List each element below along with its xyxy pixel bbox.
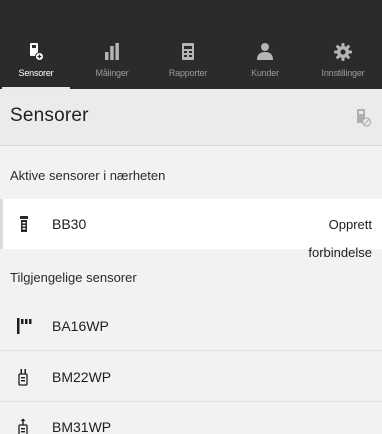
hammer-probe-icon <box>18 418 28 434</box>
sensor-name: BM31WP <box>52 419 112 434</box>
section-title-nearby: Aktive sensorer i nærheten <box>10 168 166 183</box>
pressure-probe-icon <box>20 216 28 232</box>
tong-probe-icon <box>18 369 28 386</box>
row-divider <box>0 350 382 351</box>
tab-label: Kunder <box>251 68 279 78</box>
tab-kunder[interactable]: Kunder <box>229 42 301 88</box>
tab-label: Målinger <box>95 68 129 78</box>
app-root: Sensorer Målinger Rapporter Kunder Innst… <box>0 0 382 434</box>
page-title: Sensorer <box>10 105 89 126</box>
report-document-icon <box>182 43 194 60</box>
sensor-disconnected-icon[interactable] <box>355 108 372 128</box>
top-tab-bar: Sensorer Målinger Rapporter Kunder Innst… <box>0 0 382 89</box>
page-header: Sensorer <box>0 89 382 146</box>
tab-malinger[interactable]: Målinger <box>76 42 148 88</box>
sensor-name: BM22WP <box>52 369 112 385</box>
tab-label: Rapporter <box>168 68 208 78</box>
gear-icon <box>334 43 352 61</box>
tab-innstillinger[interactable]: Innstillinger <box>307 42 379 88</box>
connect-button[interactable]: Opprett forbindelse <box>292 211 372 267</box>
list-item-available-sensor[interactable]: BM31WP <box>0 402 382 434</box>
row-accent <box>0 199 3 249</box>
customers-icon <box>257 43 273 60</box>
sensor-device-icon <box>30 43 44 61</box>
sensor-name: BB30 <box>52 216 87 232</box>
list-item-available-sensor[interactable]: BM22WP <box>0 352 382 402</box>
tab-sensorer[interactable]: Sensorer <box>0 42 72 89</box>
section-title-available: Tilgjengelige sensorer <box>10 270 137 285</box>
comb-probe-icon <box>17 318 32 334</box>
bar-chart-icon <box>105 43 119 60</box>
tab-rapporter[interactable]: Rapporter <box>152 42 224 88</box>
tab-label: Sensorer <box>18 68 54 78</box>
tab-label: Innstillinger <box>321 68 365 78</box>
list-item-available-sensor[interactable]: BA16WP <box>0 301 382 351</box>
sensor-name: BA16WP <box>52 318 109 334</box>
